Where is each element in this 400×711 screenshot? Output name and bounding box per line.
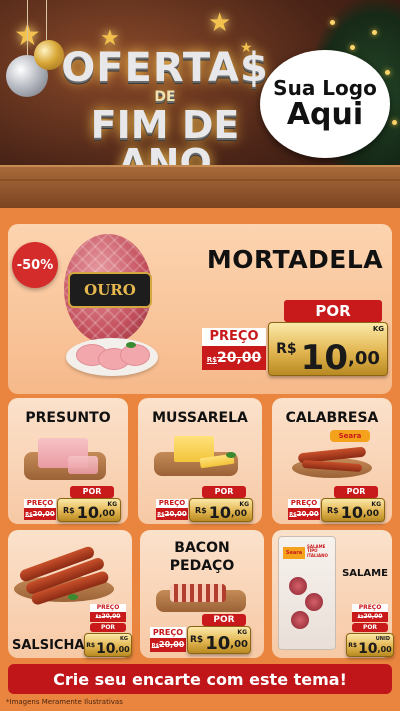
preco-label: PREÇO (352, 604, 388, 612)
bacon-image (170, 584, 226, 602)
price-tag-salame: PREÇO R$20,00 POR R$ 10 ,00 UNID (346, 604, 394, 657)
seara-logo: Seara (283, 547, 305, 559)
ornament-string (27, 0, 28, 55)
discount-badge: -50% (12, 242, 58, 288)
current-price: R$ 10 ,00 KG (321, 498, 385, 522)
product-name: PRESUNTO (25, 410, 111, 426)
logo-line-2: Aqui (286, 97, 364, 133)
product-name: MUSSARELA (152, 410, 248, 426)
mortadela-image: OURO (64, 234, 152, 344)
price-tag-calabresa: POR PREÇO R$20,00 R$ 10 ,00 KG (288, 486, 385, 522)
product-name: CALABRESA (285, 410, 379, 426)
headline: OFERTA$ DE FIM DE ANO (60, 48, 270, 182)
old-price: R$20,00 (352, 612, 388, 622)
logo-line-1: Sua Logo (273, 76, 377, 101)
old-price: R$20,00 (150, 638, 186, 652)
preco-label: PREÇO (202, 328, 266, 346)
por-label: POR (202, 486, 246, 498)
current-price: R$ 10 ,00 UNID (346, 633, 394, 657)
product-name: SALSICHA (12, 638, 85, 653)
old-price: R$20,00 (156, 508, 188, 520)
wooden-table (0, 165, 400, 208)
brand-label: OURO (68, 272, 152, 308)
preco-label: PREÇO (150, 627, 186, 638)
headline-line-1: OFERTA$ (61, 45, 269, 91)
current-price: R$ 10 ,00 KG (268, 322, 388, 376)
ornament-string (46, 0, 47, 40)
current-price: R$ 10 ,00 KG (189, 498, 253, 522)
por-label: POR (90, 623, 126, 632)
por-label: POR (202, 614, 246, 626)
price-tag-bacon: POR PREÇO R$20,00 R$ 10 ,00 KG (150, 614, 251, 654)
old-price: R$20,00 (202, 346, 266, 370)
por-label: POR (352, 623, 388, 632)
ham-slices (68, 456, 98, 474)
old-price: R$20,00 (24, 508, 56, 520)
current-price: R$ 10 ,00 KG (187, 626, 251, 654)
package-label: SALAME TIPO ITALIANO (307, 544, 328, 558)
current-price: R$ 10 ,00 KG (84, 633, 132, 657)
price-tag-presunto: POR PREÇO R$20,00 R$ 10 ,00 KG (24, 486, 121, 522)
salame-package-image: Seara SALAME TIPO ITALIANO (278, 536, 336, 650)
disclaimer: *Imagens Meramente Ilustrativas (6, 698, 123, 706)
star-icon: ★ (208, 8, 232, 38)
product-name-line-2: PEDAÇO (169, 558, 235, 574)
current-price: R$ 10 ,00 KG (57, 498, 121, 522)
por-label: POR (334, 486, 378, 498)
logo-placeholder: Sua Logo Aqui (260, 50, 390, 158)
preco-label: PREÇO (90, 604, 126, 612)
sliced-mortadela-plate (66, 338, 158, 376)
por-label: POR (70, 486, 114, 498)
product-name: SALAME (342, 568, 388, 579)
price-tag-mussarela: POR PREÇO R$20,00 R$ 10 ,00 KG (156, 486, 253, 522)
header-banner: ★ ★ ★ ★ OFERTA$ DE FIM DE ANO Sua Logo A… (0, 0, 400, 208)
headline-line-2: DE (154, 89, 176, 105)
price-tag-salsicha: PREÇO R$20,00 POR R$ 10 ,00 KG (84, 604, 132, 657)
product-name-line-1: BACON (174, 540, 230, 556)
preco-label: PREÇO (156, 499, 188, 508)
featured-product-name: MORTADELA (206, 245, 384, 274)
preco-label: PREÇO (288, 499, 320, 508)
old-price: R$20,00 (288, 508, 320, 520)
old-price: R$20,00 (90, 612, 126, 622)
preco-label: PREÇO (24, 499, 56, 508)
por-label: POR (284, 300, 382, 322)
seara-logo: Seara (330, 430, 370, 442)
cta-banner[interactable]: Crie seu encarte com este tema! (8, 664, 392, 694)
featured-price-tag: POR PREÇO R$20,00 R$ 10 ,00 KG (198, 298, 388, 378)
